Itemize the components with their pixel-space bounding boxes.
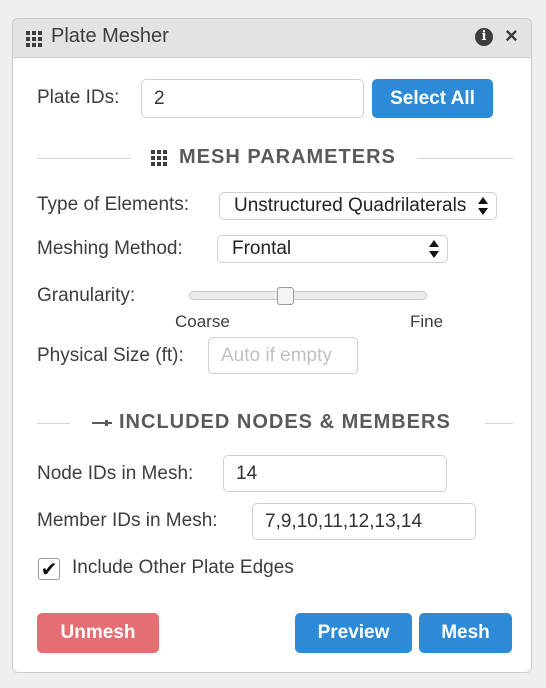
coarse-label: Coarse [175,312,230,331]
node-ids-label: Node IDs in Mesh: [37,463,194,484]
grid-icon [26,31,42,47]
included-nodes-heading: INCLUDED NODES & MEMBERS [37,409,513,437]
include-edges-checkbox[interactable]: ✔ [38,558,60,580]
meshing-method-value: Frontal [232,238,292,259]
preview-button[interactable]: Preview [295,613,412,653]
plate-ids-label: Plate IDs: [37,87,120,108]
select-all-button[interactable]: Select All [372,79,493,118]
granularity-slider-thumb[interactable] [277,287,295,305]
plate-ids-input[interactable] [141,79,364,118]
type-of-elements-select[interactable]: Unstructured Quadrilaterals [219,192,497,220]
mesh-parameters-heading: MESH PARAMETERS [37,144,513,172]
included-nodes-title: INCLUDED NODES & MEMBERS [119,411,451,433]
granularity-label: Granularity: [37,285,136,306]
granularity-slider-track[interactable] [189,291,427,300]
panel-title: Plate Mesher [51,25,169,47]
pin-icon [92,417,112,429]
physical-size-label: Physical Size (ft): [37,345,184,366]
select-arrows-icon [478,196,488,216]
include-edges-label: Include Other Plate Edges [72,557,294,578]
info-icon[interactable]: i [475,28,493,46]
member-ids-input[interactable] [252,503,476,540]
fine-label: Fine [410,312,444,331]
mesh-button[interactable]: Mesh [419,613,512,653]
type-of-elements-value: Unstructured Quadrilaterals [234,195,467,216]
physical-size-input[interactable] [208,337,358,374]
panel-header: Plate Mesher i × [13,19,531,58]
node-ids-input[interactable] [223,455,447,492]
meshing-method-select[interactable]: Frontal [217,235,448,263]
type-of-elements-label: Type of Elements: [37,194,190,215]
mesh-parameters-title: MESH PARAMETERS [179,146,396,168]
member-ids-label: Member IDs in Mesh: [37,510,218,531]
unmesh-button[interactable]: Unmesh [37,613,159,653]
select-arrows-icon [429,239,439,259]
meshing-method-label: Meshing Method: [37,238,183,259]
close-icon[interactable]: × [505,23,518,49]
plate-mesher-panel: Plate Mesher i × Plate IDs: Select All M… [12,18,532,673]
grid-icon [151,150,167,166]
